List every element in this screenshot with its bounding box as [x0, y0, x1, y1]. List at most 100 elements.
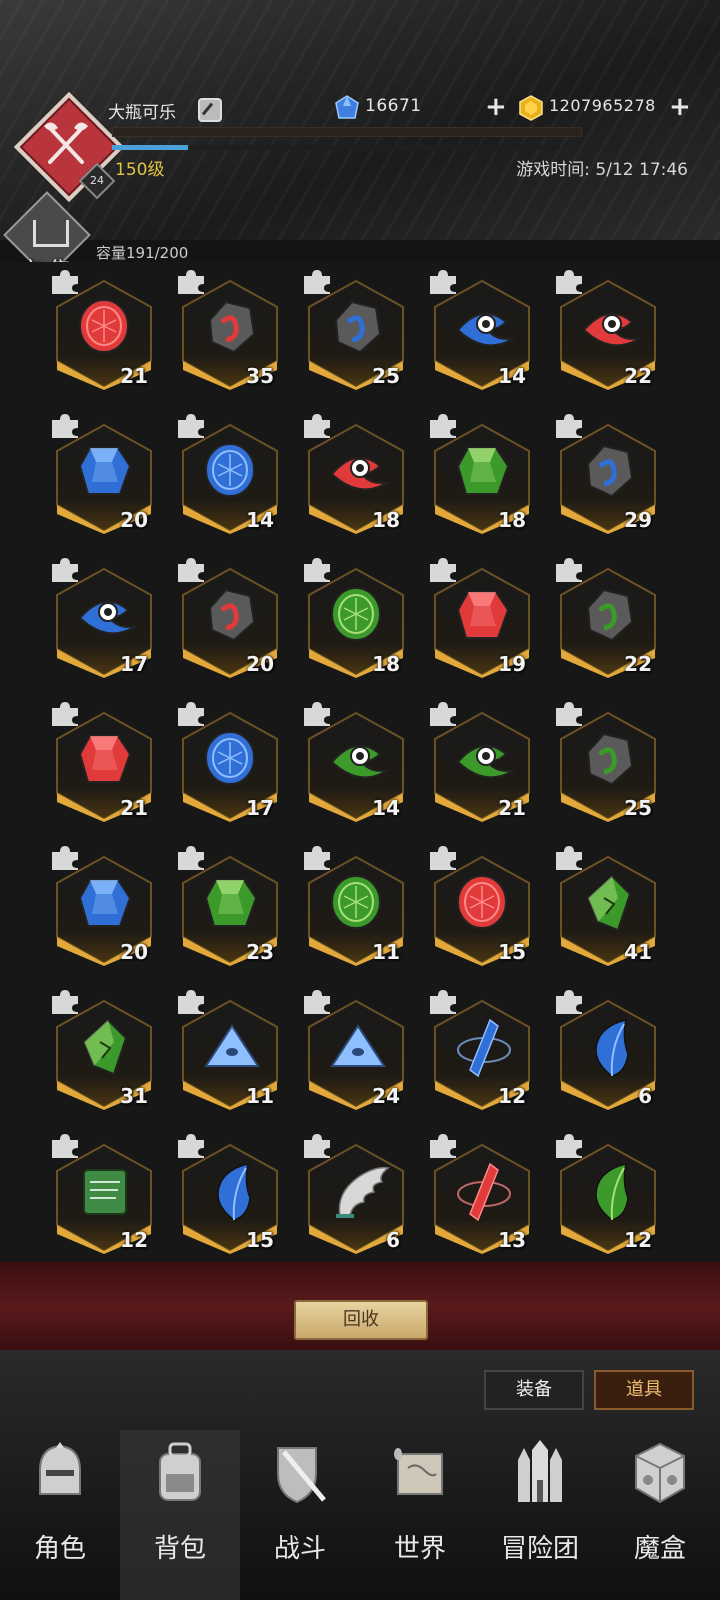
puzzle-piece-icon — [430, 414, 456, 438]
item-count: 22 — [624, 652, 652, 676]
magic-box-icon — [635, 1442, 685, 1504]
puzzle-piece-icon — [556, 558, 582, 582]
inventory-slot[interactable]: 22 — [556, 558, 660, 678]
inventory-slot[interactable]: 17 — [178, 702, 282, 822]
recycle-button[interactable]: 回收 — [294, 1300, 428, 1340]
puzzle-piece-icon — [430, 702, 456, 726]
inventory-slot[interactable]: 6 — [304, 1134, 408, 1254]
inventory-slot[interactable]: 14 — [178, 414, 282, 534]
puzzle-piece-icon — [304, 270, 330, 294]
item-count: 17 — [246, 796, 274, 820]
eye-blue-item-icon — [78, 600, 137, 635]
puzzle-piece-icon — [304, 414, 330, 438]
inventory-slot[interactable]: 14 — [304, 702, 408, 822]
inventory-slot[interactable]: 19 — [430, 558, 534, 678]
puzzle-piece-icon — [52, 1134, 78, 1158]
inventory-slot[interactable]: 29 — [556, 414, 660, 534]
nav-magic-box[interactable]: 魔盒 — [600, 1430, 720, 1600]
puzzle-piece-icon — [52, 558, 78, 582]
item-count: 17 — [120, 652, 148, 676]
nav-adventure-team[interactable]: 冒险团 — [480, 1430, 600, 1600]
coin-blue-item-icon — [205, 443, 255, 497]
nav-character[interactable]: 角色 — [0, 1430, 120, 1600]
inventory-slot[interactable]: 13 — [430, 1134, 534, 1254]
inventory-slot[interactable]: 17 — [52, 558, 156, 678]
inventory-slot[interactable]: 18 — [304, 558, 408, 678]
puzzle-piece-icon — [556, 702, 582, 726]
inventory-slot[interactable]: 18 — [430, 414, 534, 534]
inventory-capacity: 容量191/200 — [96, 244, 189, 262]
item-count: 19 — [498, 652, 526, 676]
item-count: 20 — [120, 940, 148, 964]
eye-blue-item-icon — [456, 312, 515, 347]
nav-character-label: 角色 — [33, 1534, 86, 1564]
crossed-axes-icon — [44, 122, 88, 164]
inventory-slot[interactable]: 20 — [178, 558, 282, 678]
inventory-slot[interactable]: 6 — [556, 990, 660, 1110]
inventory-slot[interactable]: 23 — [178, 846, 282, 966]
puzzle-piece-icon — [178, 702, 204, 726]
tab-items[interactable]: 道具 — [594, 1370, 694, 1410]
inventory-slot[interactable]: 18 — [304, 414, 408, 534]
stone-blue-item-icon — [334, 300, 382, 354]
tab-equipment[interactable]: 装备 — [484, 1370, 584, 1410]
gem-blue-item-icon — [78, 447, 132, 495]
item-count: 23 — [246, 940, 274, 964]
cart-icon — [33, 220, 69, 247]
inventory-slot[interactable]: 11 — [178, 990, 282, 1110]
inventory-slot[interactable]: 21 — [430, 702, 534, 822]
gem-green-item-icon — [204, 879, 258, 927]
inventory-slot[interactable]: 12 — [556, 1134, 660, 1254]
inventory-slot[interactable]: 25 — [556, 702, 660, 822]
inventory-slot[interactable]: 21 — [52, 702, 156, 822]
helmet-icon — [39, 1442, 81, 1495]
nav-backpack-label: 背包 — [153, 1534, 206, 1564]
item-count: 24 — [372, 1084, 400, 1108]
inventory-slot[interactable]: 24 — [304, 990, 408, 1110]
item-count: 18 — [372, 652, 400, 676]
inventory-slot[interactable]: 20 — [52, 414, 156, 534]
item-count: 14 — [246, 508, 274, 532]
gold-gem-icon — [519, 95, 543, 121]
nav-battle[interactable]: 战斗 — [240, 1430, 360, 1600]
inventory-slot[interactable]: 15 — [178, 1134, 282, 1254]
add-diamond-button[interactable]: + — [485, 94, 507, 120]
puzzle-piece-icon — [304, 702, 330, 726]
item-count: 21 — [498, 796, 526, 820]
add-gold-button[interactable]: + — [669, 94, 691, 120]
diamond-count: 16671 — [365, 96, 422, 116]
edit-name-icon[interactable] — [198, 98, 222, 122]
sword-shield-icon — [277, 1447, 326, 1504]
inventory-slot[interactable]: 12 — [430, 990, 534, 1110]
puzzle-piece-icon — [178, 1134, 204, 1158]
inventory-slot[interactable]: 21 — [52, 270, 156, 390]
inventory-slot[interactable]: 20 — [52, 846, 156, 966]
backpack-icon — [159, 1442, 201, 1501]
puzzle-piece-icon — [556, 846, 582, 870]
inventory-slot[interactable]: 41 — [556, 846, 660, 966]
puzzle-piece-icon — [178, 414, 204, 438]
coin-blue-item-icon — [205, 731, 255, 785]
gem-red-item-icon — [78, 735, 132, 783]
inventory-slot[interactable]: 22 — [556, 270, 660, 390]
inventory-slot[interactable]: 35 — [178, 270, 282, 390]
inventory-slot[interactable]: 31 — [52, 990, 156, 1110]
wing-white-item-icon — [336, 1166, 390, 1218]
item-count: 15 — [246, 1228, 274, 1252]
item-count: 21 — [120, 364, 148, 388]
castle-icon — [518, 1440, 562, 1502]
inventory-slot[interactable]: 11 — [304, 846, 408, 966]
xp-bar-track — [112, 127, 582, 137]
item-count: 29 — [624, 508, 652, 532]
map-icon — [394, 1448, 443, 1495]
inventory-slot[interactable]: 14 — [430, 270, 534, 390]
puzzle-piece-icon — [430, 558, 456, 582]
item-count: 18 — [498, 508, 526, 532]
item-count: 6 — [638, 1084, 652, 1108]
nav-world[interactable]: 世界 — [360, 1430, 480, 1600]
item-count: 41 — [624, 940, 652, 964]
inventory-slot[interactable]: 12 — [52, 1134, 156, 1254]
inventory-slot[interactable]: 25 — [304, 270, 408, 390]
nav-backpack[interactable]: 背包 — [120, 1430, 240, 1600]
inventory-slot[interactable]: 15 — [430, 846, 534, 966]
